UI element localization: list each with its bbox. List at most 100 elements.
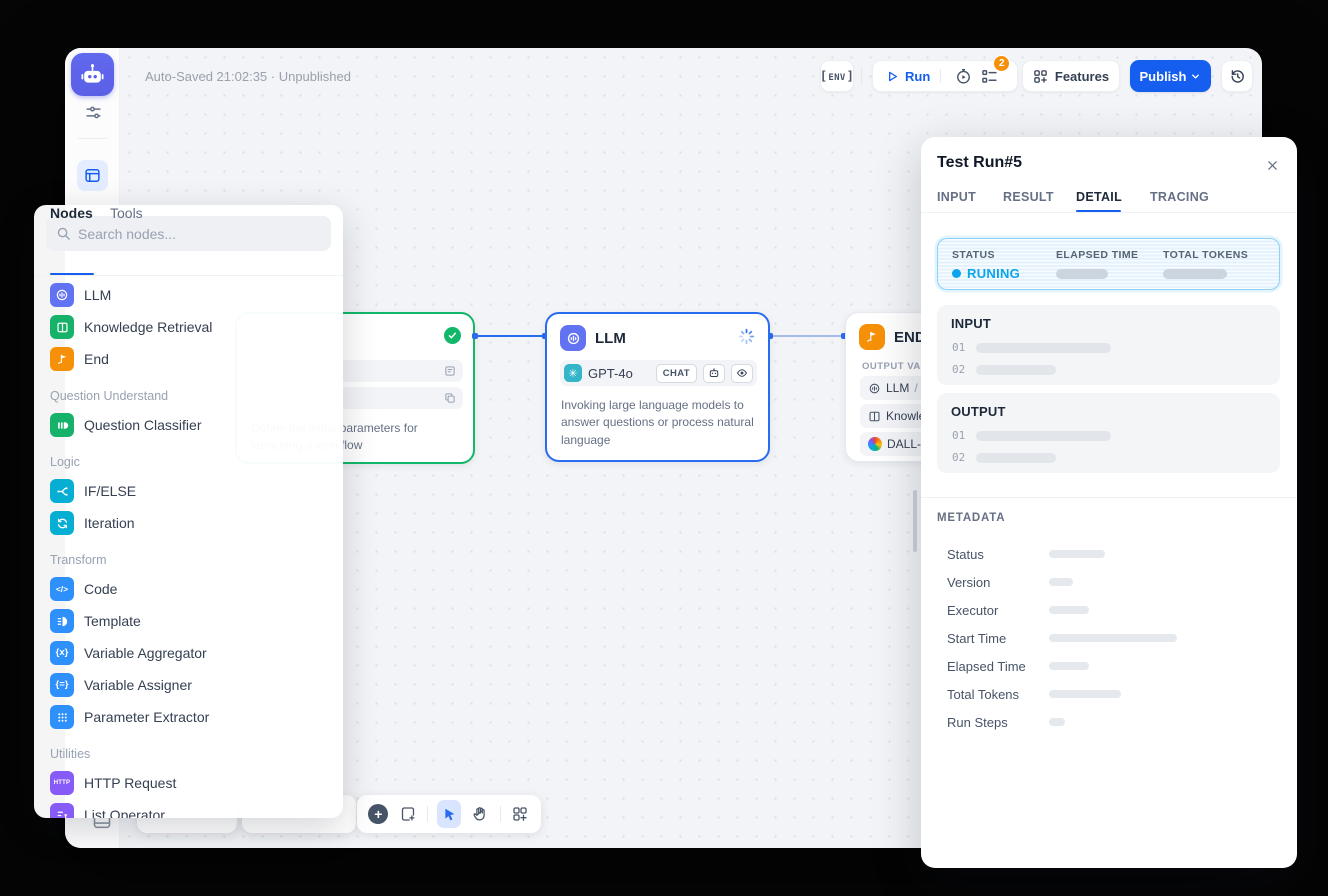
robot-head-icon	[708, 367, 720, 379]
hand-icon	[472, 806, 488, 822]
variable-assigner-icon: {=}	[50, 673, 74, 697]
features-button[interactable]: Features	[1022, 60, 1120, 92]
organize-icon	[512, 806, 528, 822]
run-group-divider	[940, 69, 941, 83]
node-item-list-operator[interactable]: List Operator	[34, 799, 343, 818]
search-box	[46, 216, 331, 251]
publish-button[interactable]: Publish	[1130, 60, 1211, 92]
app-logo-robot-icon[interactable]	[71, 53, 114, 96]
node-item-end[interactable]: End	[34, 343, 343, 375]
http-icon: HTTP	[50, 771, 74, 795]
robot-icon	[79, 61, 106, 88]
node-item-parameter-extractor[interactable]: Parameter Extractor	[34, 701, 343, 733]
loop-icon	[50, 511, 74, 535]
node-item-http-request[interactable]: HTTP HTTP Request	[34, 767, 343, 799]
metadata-row: Executor	[947, 596, 1271, 624]
robot-capability-badge	[703, 364, 725, 383]
run-button[interactable]: Run	[886, 69, 930, 84]
output-skeleton	[976, 431, 1111, 441]
edge-handle	[472, 333, 478, 339]
end-node-icon	[859, 324, 885, 350]
node-search-panel: Nodes Tools LLM Knowledge Retrieval	[34, 205, 343, 818]
node-list: LLM Knowledge Retrieval End Question Und…	[34, 279, 343, 818]
running-status-value: RUNING	[967, 266, 1020, 281]
copy-icon	[444, 392, 456, 404]
book-icon	[50, 315, 74, 339]
autosave-status: Auto-Saved 21:02:35 · Unpublished	[145, 69, 351, 84]
features-grid-icon	[1033, 69, 1048, 84]
tab-nodes[interactable]: Nodes	[50, 205, 93, 221]
version-history-button[interactable]	[1221, 60, 1253, 92]
edge-llm-to-end	[772, 335, 843, 337]
run-history-stopwatch-icon[interactable]	[951, 64, 975, 88]
total-tokens-label: TOTAL TOKENS	[1163, 249, 1248, 261]
llm-node-icon	[560, 325, 586, 351]
active-tab-underline	[50, 273, 94, 275]
pointer-mode-button[interactable]	[437, 800, 461, 828]
active-tab-underline	[1076, 210, 1121, 212]
close-icon[interactable]	[1261, 154, 1283, 176]
variable-aggregator-icon: {x}	[50, 641, 74, 665]
metadata-title: METADATA	[937, 512, 1005, 524]
play-icon	[886, 70, 899, 83]
canvas-toolbar: +	[357, 795, 541, 833]
add-note-button[interactable]	[398, 802, 419, 826]
node-item-if-else[interactable]: IF/ELSE	[34, 475, 343, 507]
history-restore-icon	[1229, 68, 1246, 85]
search-input[interactable]	[78, 226, 298, 242]
workflow-window-icon	[84, 167, 101, 184]
tab-tools[interactable]: Tools	[110, 205, 143, 221]
llm-icon	[50, 283, 74, 307]
knowledge-book-icon	[868, 410, 881, 423]
node-item-variable-assigner[interactable]: {=} Variable Assigner	[34, 669, 343, 701]
node-item-knowledge-retrieval[interactable]: Knowledge Retrieval	[34, 311, 343, 343]
toolbar-divider	[427, 806, 428, 822]
toolbar-divider	[500, 806, 501, 822]
parameter-extractor-icon	[50, 705, 74, 729]
model-selector-row[interactable]: ✳ GPT-4o CHAT	[560, 360, 757, 386]
note-plus-icon	[400, 806, 416, 822]
canvas-scrollbar[interactable]	[913, 490, 917, 552]
tab-result[interactable]: RESULT	[1003, 190, 1054, 204]
input-skeleton	[976, 365, 1056, 375]
metadata-row: Version	[947, 568, 1271, 596]
node-item-iteration[interactable]: Iteration	[34, 507, 343, 539]
section-title-utilities: Utilities	[50, 742, 327, 766]
node-item-llm[interactable]: LLM	[34, 279, 343, 311]
section-title-question-understand: Question Understand	[50, 384, 327, 408]
metadata-row: Start Time	[947, 624, 1271, 652]
flag-icon	[50, 347, 74, 371]
sidebar-divider	[78, 138, 107, 139]
node-item-template[interactable]: Template	[34, 605, 343, 637]
node-item-question-classifier[interactable]: Question Classifier	[34, 409, 343, 441]
chat-mode-badge: CHAT	[656, 364, 697, 383]
node-item-variable-aggregator[interactable]: {x} Variable Aggregator	[34, 637, 343, 669]
status-card: STATUS RUNING ELAPSED TIME TOTAL TOKENS	[937, 238, 1280, 290]
sidebar-item-workflow[interactable]	[77, 160, 108, 191]
llm-node-title: LLM	[595, 330, 626, 347]
checklist-button[interactable]: 2	[977, 64, 1001, 88]
section-title-transform: Transform	[50, 548, 327, 572]
input-title: INPUT	[951, 316, 991, 331]
classifier-icon	[50, 413, 74, 437]
add-node-button[interactable]: +	[368, 802, 389, 826]
organize-blocks-button[interactable]	[509, 802, 530, 826]
tab-detail[interactable]: DETAIL	[1076, 190, 1122, 204]
eye-icon	[736, 367, 748, 379]
template-icon	[50, 609, 74, 633]
hand-mode-button[interactable]	[470, 802, 491, 826]
node-item-code[interactable]: </> Code	[34, 573, 343, 605]
test-run-panel: Test Run#5 INPUT RESULT DETAIL TRACING S…	[921, 137, 1297, 868]
field-icon	[444, 365, 456, 377]
output-skeleton	[976, 453, 1056, 463]
env-button[interactable]: ENV	[820, 60, 854, 92]
branch-icon	[50, 479, 74, 503]
llm-node-description: Invoking large language models to answer…	[561, 397, 759, 449]
model-name: GPT-4o	[588, 366, 633, 381]
llm-node[interactable]: LLM ✳ GPT-4o CHAT	[545, 312, 770, 462]
metadata-row: Total Tokens	[947, 680, 1271, 708]
section-title-logic: Logic	[50, 450, 327, 474]
tab-tracing[interactable]: TRACING	[1150, 190, 1209, 204]
tab-input[interactable]: INPUT	[937, 190, 976, 204]
preferences-sliders-icon[interactable]	[84, 103, 102, 121]
